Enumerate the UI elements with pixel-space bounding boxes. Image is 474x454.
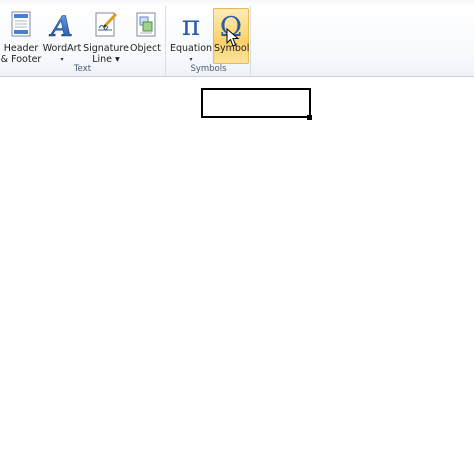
header-footer-label-1: Header: [3, 43, 39, 54]
header-footer-icon: [11, 11, 31, 37]
ribbon-group-text: Header & Footer A WordArt ▾ Signature Li…: [0, 6, 166, 76]
object-label: Object: [130, 43, 161, 54]
selected-cell[interactable]: [201, 88, 311, 118]
equation-label: Equation: [170, 43, 213, 54]
insert-ribbon: Header & Footer A WordArt ▾ Signature Li…: [0, 6, 474, 77]
header-footer-button[interactable]: Header & Footer: [0, 8, 42, 65]
svg-text:π: π: [182, 10, 200, 40]
excel-window: Header & Footer A WordArt ▾ Signature Li…: [0, 0, 474, 454]
signature-line-label-1: Signature: [83, 43, 129, 54]
signature-line-button[interactable]: Signature Line ▾: [83, 8, 129, 65]
object-icon: [136, 12, 155, 37]
equation-button[interactable]: π Equation ▾: [170, 8, 212, 63]
wordart-icon: A: [48, 10, 73, 40]
signature-line-icon: [95, 12, 118, 37]
mouse-cursor-icon: [226, 28, 240, 47]
text-group-label: Text: [73, 64, 92, 74]
svg-text:A: A: [48, 10, 73, 40]
wordart-label: WordArt: [42, 43, 82, 54]
pi-icon: π: [182, 10, 200, 40]
equation-dropdown-arrow: ▾: [189, 56, 193, 63]
wordart-button[interactable]: A WordArt ▾: [42, 8, 82, 63]
fill-handle[interactable]: [307, 115, 312, 120]
object-button[interactable]: Object: [129, 8, 162, 63]
